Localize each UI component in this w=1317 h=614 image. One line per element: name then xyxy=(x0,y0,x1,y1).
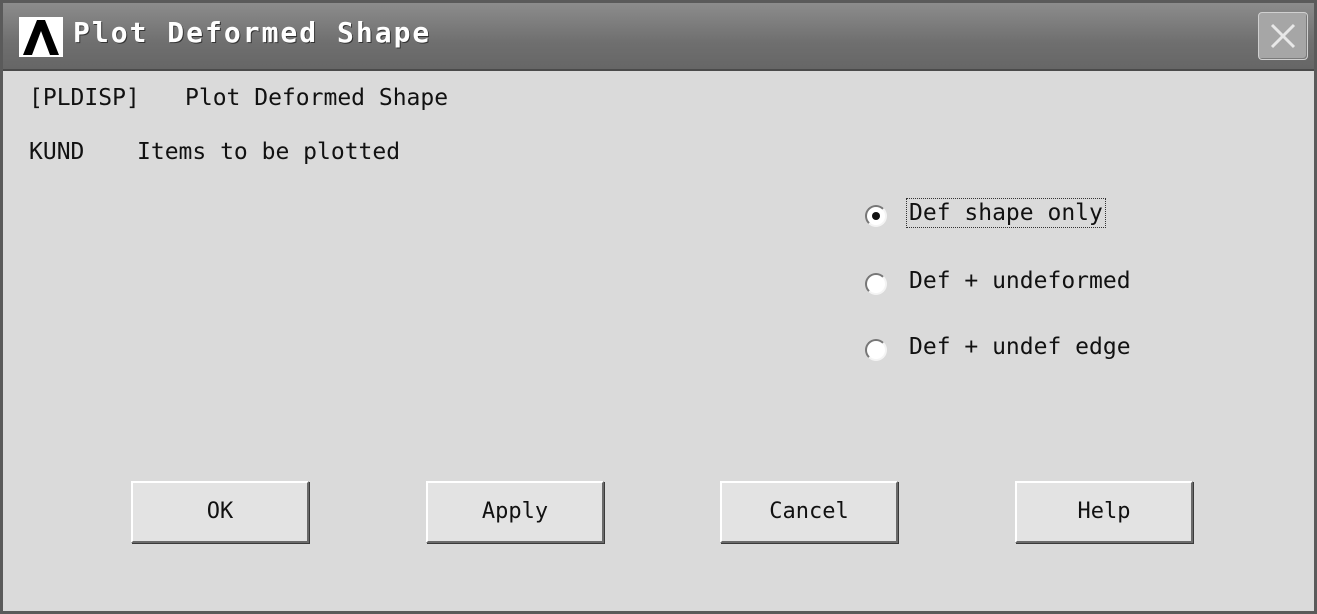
option-description: Items to be plotted xyxy=(137,139,401,165)
cancel-button[interactable]: Cancel xyxy=(720,481,898,543)
radio-label[interactable]: Def + undef edge xyxy=(907,333,1133,361)
close-icon xyxy=(1270,23,1296,49)
dialog-body: [PLDISP] Plot Deformed Shape KUND Items … xyxy=(3,71,1314,611)
plot-deformed-shape-dialog: Plot Deformed Shape [PLDISP] Plot Deform… xyxy=(0,0,1317,614)
help-button[interactable]: Help xyxy=(1015,481,1193,543)
radio-button[interactable] xyxy=(865,339,887,361)
command-name: [PLDISP] xyxy=(29,85,140,111)
ok-button[interactable]: OK xyxy=(131,481,309,543)
ansys-logo-icon xyxy=(19,17,63,57)
radio-button[interactable] xyxy=(865,273,887,295)
radio-label[interactable]: Def + undeformed xyxy=(907,267,1133,295)
radio-button-checked[interactable] xyxy=(865,205,887,227)
command-description: Plot Deformed Shape xyxy=(185,85,449,111)
close-button[interactable] xyxy=(1258,12,1308,60)
window-title: Plot Deformed Shape xyxy=(73,16,432,49)
apply-button[interactable]: Apply xyxy=(426,481,604,543)
option-key: KUND xyxy=(29,139,85,165)
radio-label[interactable]: Def shape only xyxy=(906,198,1106,228)
title-bar[interactable]: Plot Deformed Shape xyxy=(3,3,1314,71)
